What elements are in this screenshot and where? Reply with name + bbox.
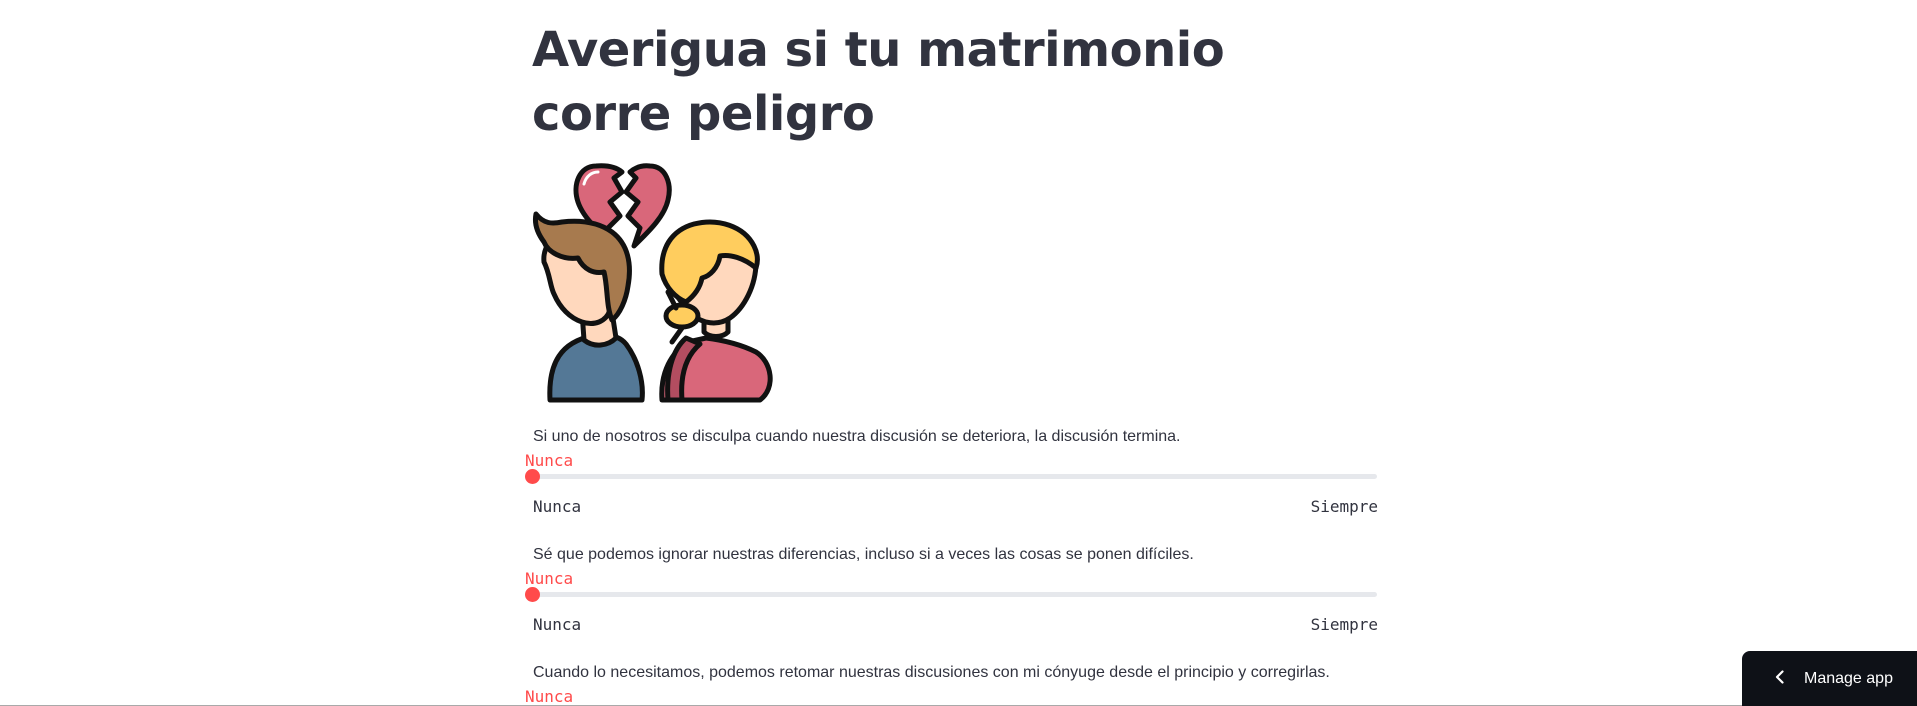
slider-min-label: Nunca <box>533 497 582 516</box>
broken-heart-couple-illustration <box>533 163 773 403</box>
slider-current-value: Nunca <box>525 569 574 588</box>
app-page: Averigua si tu matrimonio corre peligro <box>0 0 1917 706</box>
slider-thumb[interactable] <box>525 469 540 484</box>
woman-figure-icon <box>659 219 773 403</box>
slider-thumb[interactable] <box>525 587 540 602</box>
slider-track[interactable] <box>532 592 1377 597</box>
question-label: Si uno de nosotros se disculpa cuando nu… <box>533 428 1181 445</box>
slider-current-value: Nunca <box>525 687 574 706</box>
page-title: Averigua si tu matrimonio corre peligro <box>532 22 1225 142</box>
slider-track[interactable] <box>532 474 1377 479</box>
man-figure-icon <box>533 211 645 403</box>
slider-current-value: Nunca <box>525 451 574 470</box>
question-label: Cuando lo necesitamos, podemos retomar n… <box>533 664 1330 681</box>
question-label: Sé que podemos ignorar nuestras diferenc… <box>533 546 1194 563</box>
chevron-left-icon <box>1775 670 1784 684</box>
slider-max-label: Siempre <box>1310 497 1378 516</box>
question-block-3: Cuando lo necesitamos, podemos retomar n… <box>525 663 1378 706</box>
question-block-2: Sé que podemos ignorar nuestras diferenc… <box>525 545 1378 645</box>
manage-app-label: Manage app <box>1804 670 1893 687</box>
manage-app-button[interactable]: Manage app <box>1742 651 1917 706</box>
slider-max-label: Siempre <box>1310 615 1378 634</box>
question-block-1: Si uno de nosotros se disculpa cuando nu… <box>525 427 1378 527</box>
slider-min-label: Nunca <box>533 615 582 634</box>
